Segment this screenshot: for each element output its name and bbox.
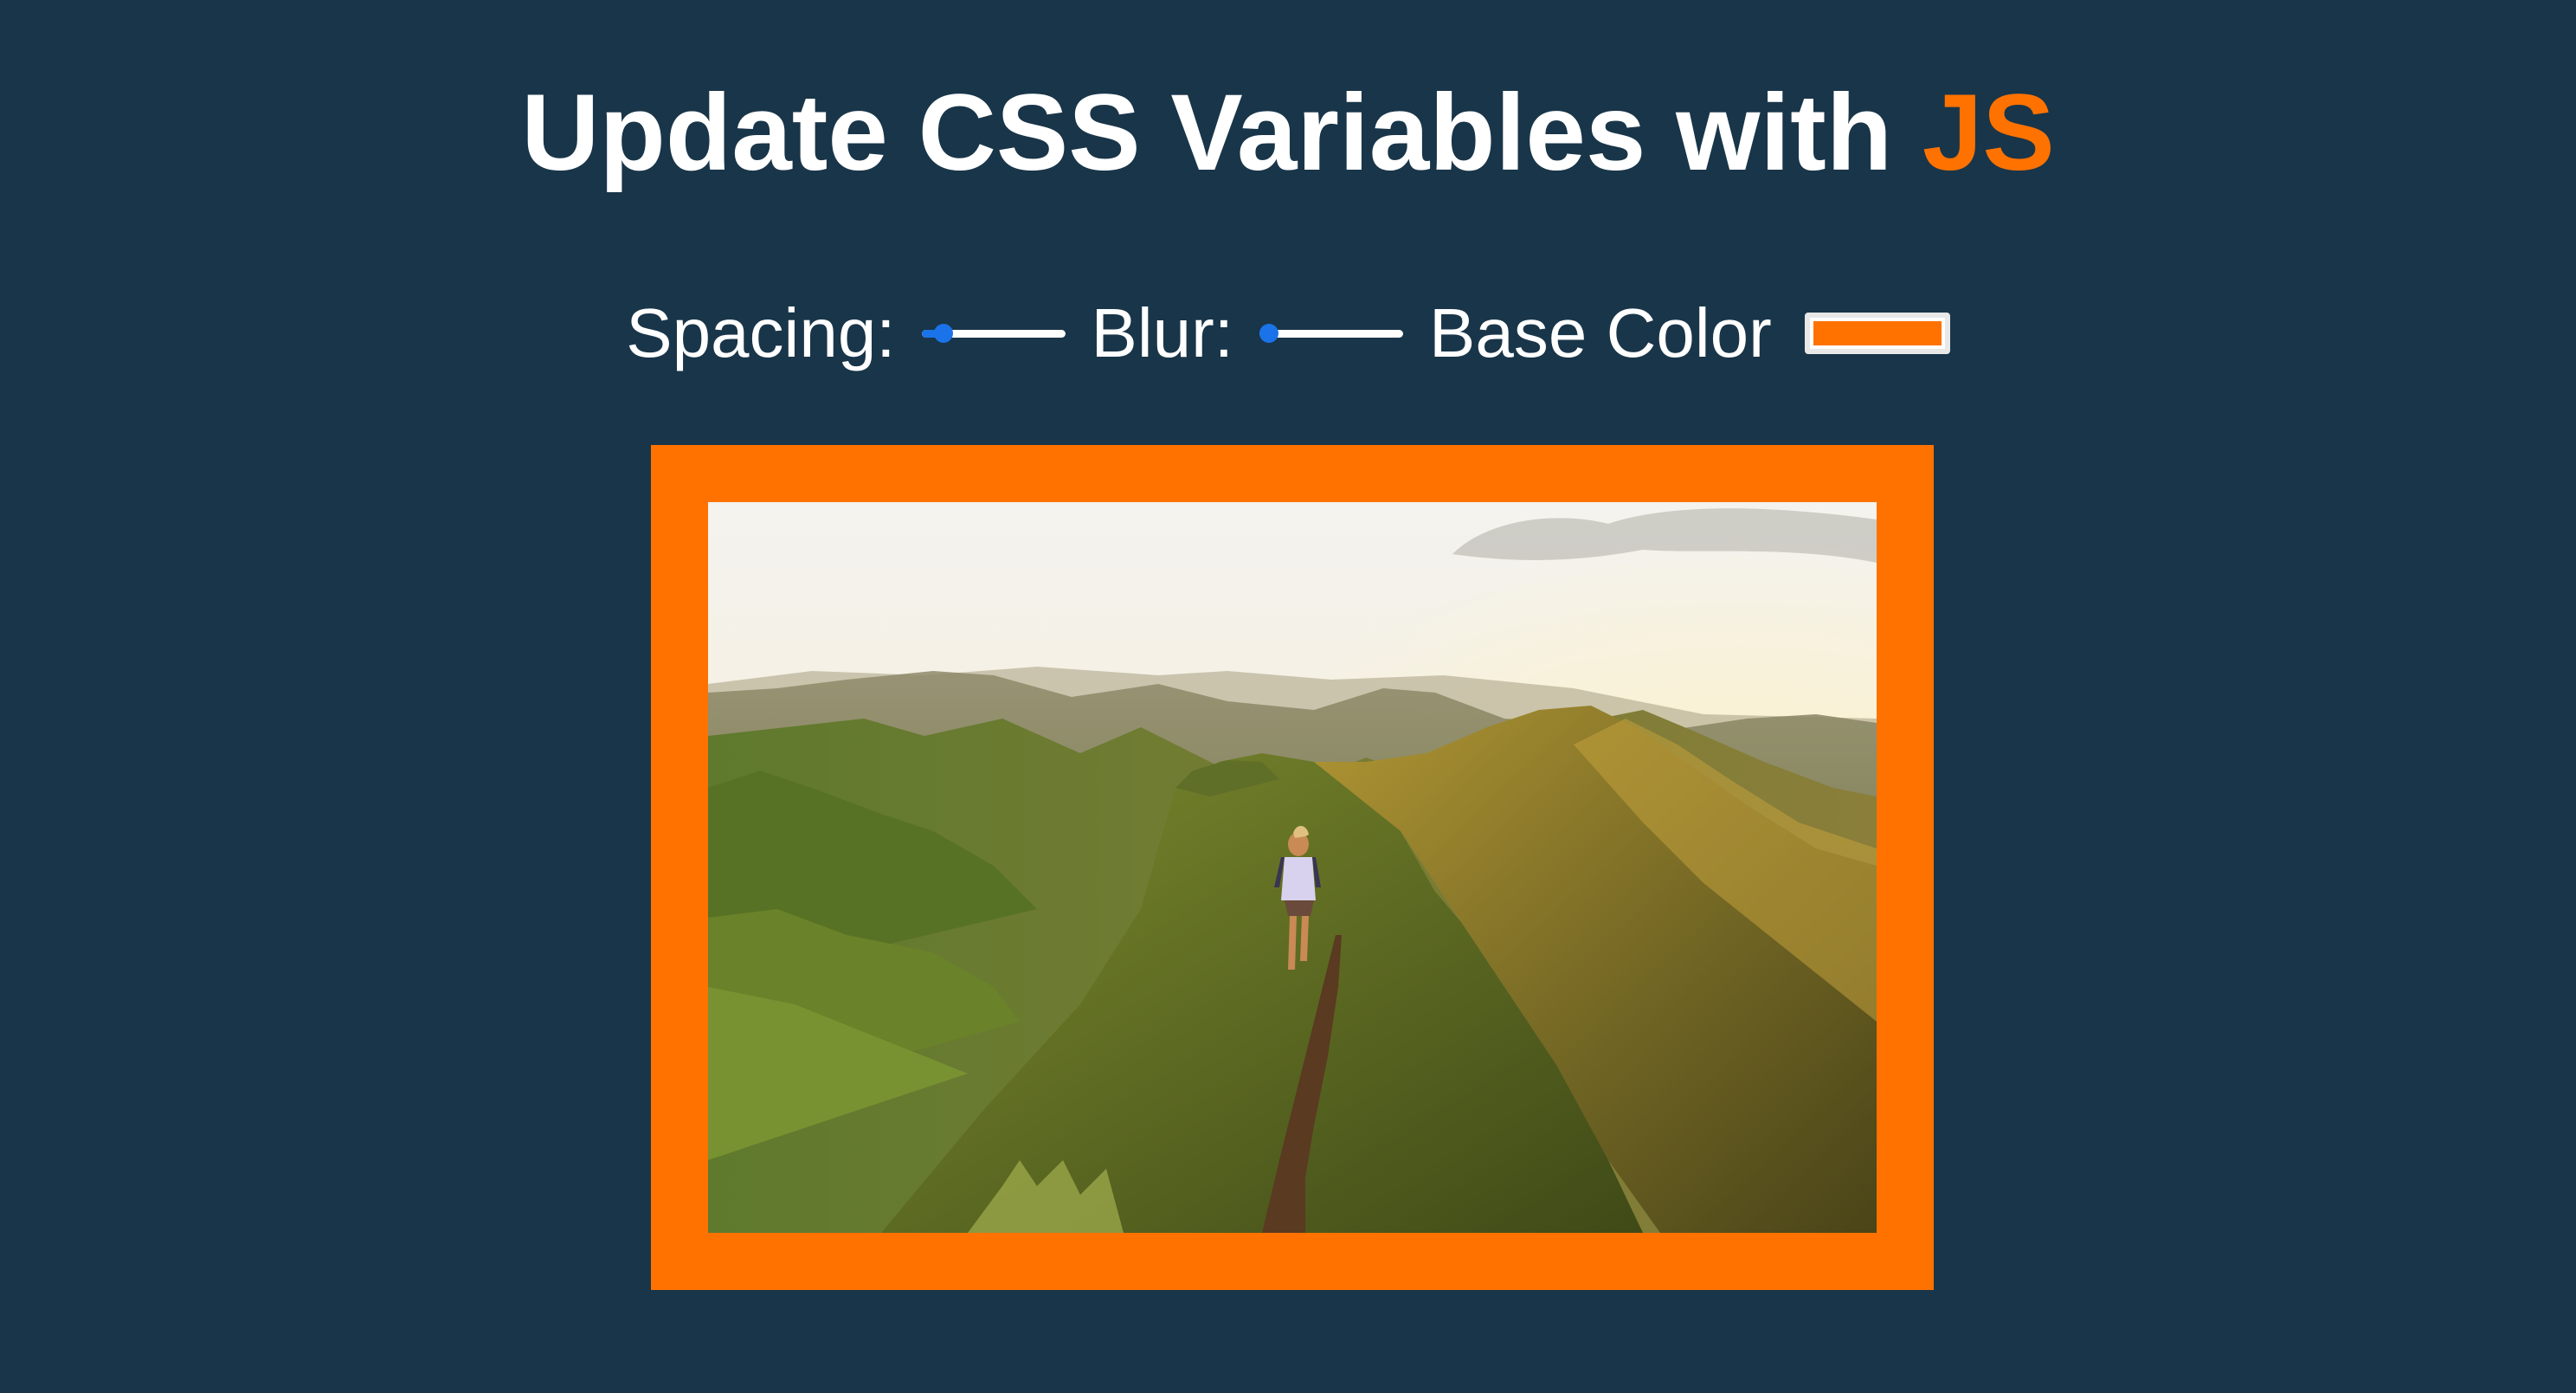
page-title-highlight: JS: [1922, 73, 2055, 193]
page-title-text: Update CSS Variables with: [521, 73, 1922, 193]
page-title: Update CSS Variables with JS: [0, 73, 2576, 194]
base-color-input[interactable]: [1804, 313, 1950, 354]
blur-slider-track: [1259, 330, 1404, 338]
blur-slider-thumb[interactable]: [1259, 324, 1279, 343]
spacing-slider[interactable]: [921, 316, 1066, 351]
photo-illustration: [708, 502, 1877, 1233]
spacing-label: Spacing:: [626, 294, 896, 371]
blur-label: Blur:: [1091, 294, 1234, 371]
base-color-label: Base Color: [1429, 294, 1772, 371]
spacing-slider-thumb[interactable]: [933, 324, 953, 343]
image-frame: [651, 445, 1934, 1290]
mountain-ridge-hiker-photo: [708, 502, 1877, 1233]
controls: Spacing: Blur: Base Color: [0, 286, 2576, 381]
base-color-swatch: [1813, 321, 1942, 345]
page: Update CSS Variables with JS Spacing: Bl…: [0, 0, 2576, 1393]
blur-slider[interactable]: [1259, 316, 1404, 351]
